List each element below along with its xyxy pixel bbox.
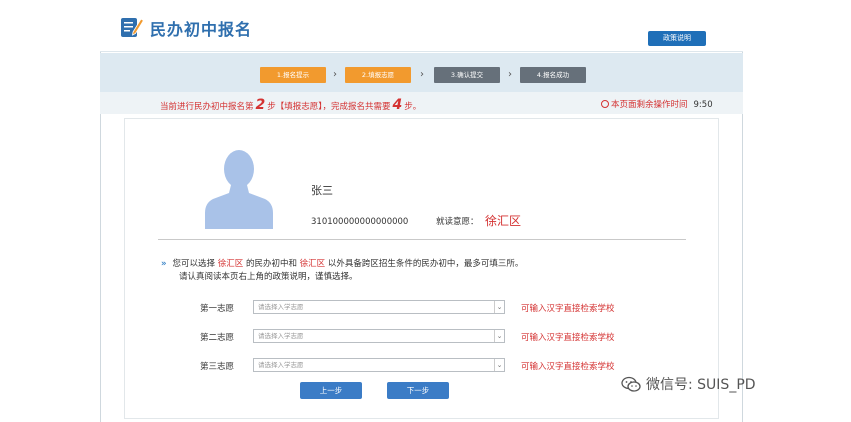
preference-row-2: 第二志愿 请选择入学志愿 ⌄ 可输入汉字直接检索学校 — [125, 329, 720, 345]
step-progress: 1.报名提示 › 2.填报志愿 › 3.确认提交 › 4.报名成功 — [100, 53, 743, 92]
countdown-timer: 本页面剩余操作时间 9:50 — [601, 98, 713, 110]
chevron-right-icon: › — [333, 69, 337, 80]
status-bar: 当前进行民办初中报名第 2 步【填报志愿】，完成报名共需要 4 步。 本页面剩余操作时间… — [100, 92, 743, 114]
current-step-number: 2 — [255, 97, 266, 113]
preference-select-2[interactable]: 请选择入学志愿 ⌄ — [253, 329, 505, 343]
preference-select-1[interactable]: 请选择入学志愿 ⌄ — [253, 300, 505, 314]
timer-value: 9:50 — [693, 100, 713, 110]
chevron-down-icon[interactable]: ⌄ — [494, 301, 504, 313]
chevron-right-icon: › — [420, 69, 424, 80]
step-3: 3.确认提交 — [434, 67, 500, 83]
status-text: 当前进行民办初中报名第 2 步【填报志愿】，完成报名共需要 4 步。 — [160, 97, 421, 113]
policy-button[interactable]: 政策说明 — [648, 31, 706, 46]
preference-hint: 可输入汉字直接检索学校 — [521, 333, 615, 343]
double-chevron-icon: » — [161, 259, 167, 269]
notice-district: 徐汇区 — [217, 259, 244, 269]
step-4: 4.报名成功 — [520, 67, 586, 83]
district-label: 就读意愿： — [436, 217, 479, 227]
notice-text: 您可以选择 — [172, 259, 216, 269]
wechat-icon — [621, 376, 641, 392]
preference-row-1: 第一志愿 请选择入学志愿 ⌄ 可输入汉字直接检索学校 — [125, 300, 720, 316]
divider — [158, 239, 686, 240]
preference-label: 第二志愿 — [200, 333, 235, 343]
district-value: 徐汇区 — [485, 214, 522, 228]
notice-text: 以外具备跨区招生条件的民办初中，最多可填三所。 — [327, 259, 524, 269]
clock-icon — [601, 100, 609, 108]
notice-line-2: 请认真阅读本页右上角的政策说明，谨慎选择。 — [179, 272, 358, 282]
preference-row-3: 第三志愿 请选择入学志愿 ⌄ 可输入汉字直接检索学校 — [125, 358, 720, 374]
preference-select-3[interactable]: 请选择入学志愿 ⌄ — [253, 358, 505, 372]
status-suffix: 步。 — [404, 102, 422, 112]
select-placeholder: 请选择入学志愿 — [258, 303, 304, 311]
next-step-button[interactable]: 下一步 — [387, 382, 449, 399]
step-1: 1.报名提示 — [260, 67, 326, 83]
preference-hint: 可输入汉字直接检索学校 — [521, 304, 615, 314]
wechat-watermark: 微信号: SUIS_PD — [621, 374, 756, 394]
status-middle: 步【填报志愿】，完成报名共需要 — [267, 102, 391, 112]
total-steps-number: 4 — [392, 97, 403, 113]
selection-notice: » 您可以选择 徐汇区 的民办初中和 徐汇区 以外具备跨区招生条件的民办初中，最多… — [161, 258, 523, 284]
preference-label: 第三志愿 — [200, 362, 235, 372]
preference-label: 第一志愿 — [200, 304, 235, 314]
page-title: 民办初中报名 — [150, 20, 253, 39]
step-2: 2.填报志愿 — [345, 67, 411, 83]
chevron-down-icon[interactable]: ⌄ — [494, 330, 504, 342]
student-id: 310100000000000000 — [311, 217, 409, 227]
preference-hint: 可输入汉字直接检索学校 — [521, 362, 615, 372]
notice-text: 的民办初中和 — [245, 259, 297, 269]
wechat-id: 微信号: SUIS_PD — [646, 377, 756, 393]
status-prefix: 当前进行民办初中报名第 — [160, 102, 254, 112]
chevron-right-icon: › — [508, 69, 512, 80]
avatar — [205, 141, 273, 229]
student-name: 张三 — [311, 184, 333, 197]
page-header: 民办初中报名 政策说明 — [100, 0, 743, 52]
edit-form-icon — [121, 18, 144, 37]
prev-step-button[interactable]: 上一步 — [300, 382, 362, 399]
chevron-down-icon[interactable]: ⌄ — [494, 359, 504, 371]
select-placeholder: 请选择入学志愿 — [258, 361, 304, 369]
select-placeholder: 请选择入学志愿 — [258, 332, 304, 340]
timer-label: 本页面剩余操作时间 — [611, 100, 688, 110]
notice-district: 徐汇区 — [299, 259, 326, 269]
